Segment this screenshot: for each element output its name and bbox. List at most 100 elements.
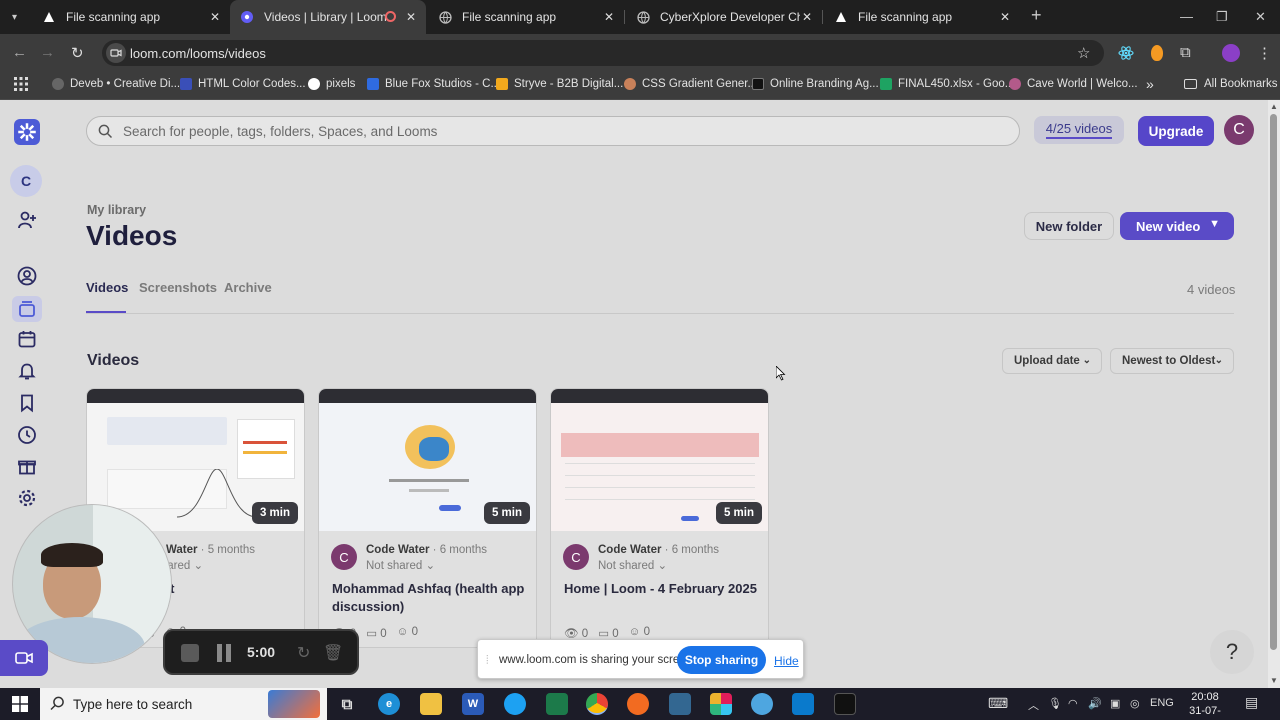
calendar-icon[interactable]	[16, 328, 38, 350]
close-icon[interactable]: ✕	[406, 10, 416, 24]
video-thumbnail[interactable]: 5 min	[551, 389, 768, 531]
close-icon[interactable]: ✕	[210, 10, 220, 24]
video-card[interactable]: 5 min C Code Water · 6 months Not shared…	[550, 388, 769, 648]
bookmark-item[interactable]: CSS Gradient Gener...	[624, 76, 757, 92]
browser-tab-active[interactable]: Videos | Library | Loom ✕	[230, 0, 426, 34]
taskbar-clock[interactable]: 20:08 31-07-2025	[1180, 690, 1230, 720]
browser-tab[interactable]: CyberXplore Developer Challen ✕	[624, 0, 822, 34]
user-icon[interactable]	[16, 265, 38, 287]
hide-link[interactable]: Hide	[774, 654, 799, 668]
drag-handle-icon[interactable]: ⦙	[486, 653, 489, 668]
reload-icon[interactable]: ↻	[71, 44, 84, 62]
app-icon[interactable]	[751, 693, 773, 715]
help-button[interactable]: ?	[1210, 630, 1254, 674]
restore-icon[interactable]: ❐	[1216, 9, 1228, 25]
app-icon[interactable]	[627, 693, 649, 715]
app-icon[interactable]	[834, 693, 856, 715]
task-view-icon[interactable]: ⧉	[336, 693, 358, 715]
gift-icon[interactable]	[16, 455, 38, 477]
notifications-icon[interactable]: ▤	[1245, 694, 1258, 711]
app-tray-icon[interactable]: ▣	[1110, 697, 1120, 710]
slack-icon[interactable]	[710, 693, 732, 715]
bookmark-icon[interactable]	[16, 392, 38, 414]
trash-icon[interactable]: 🗑	[323, 643, 343, 663]
scrollbar-thumb[interactable]	[1270, 114, 1277, 650]
tab-screenshots[interactable]: Screenshots	[139, 280, 217, 295]
video-title[interactable]: Mohammad Ashfaq (health app discussion)	[332, 580, 528, 616]
extension-icon[interactable]	[1151, 45, 1163, 61]
microphone-icon[interactable]: 🎙	[1048, 697, 1062, 710]
word-icon[interactable]: W	[462, 693, 484, 715]
window-close-icon[interactable]: ✕	[1255, 9, 1266, 25]
bookmark-item[interactable]: Deveb • Creative Di...	[52, 76, 180, 92]
tab-videos[interactable]: Videos	[86, 280, 128, 295]
new-folder-button[interactable]: New folder	[1024, 212, 1114, 240]
restart-icon[interactable]: ↻	[297, 643, 310, 663]
add-user-icon[interactable]	[16, 209, 38, 231]
file-explorer-icon[interactable]	[420, 693, 442, 715]
url-text[interactable]: loom.com/looms/videos	[130, 46, 266, 61]
bookmark-item[interactable]: HTML Color Codes...	[180, 76, 306, 92]
bookmark-item[interactable]: Stryve - B2B Digital...	[496, 76, 623, 92]
bookmark-item[interactable]: FINAL450.xlsx - Goo...	[880, 76, 1014, 92]
share-status[interactable]: Not shared ⌄	[598, 558, 667, 572]
pause-icon[interactable]	[217, 644, 233, 662]
clock-icon[interactable]	[16, 424, 38, 446]
wifi-icon[interactable]: ◠	[1068, 697, 1078, 710]
react-extension-icon[interactable]	[1118, 45, 1134, 61]
kebab-menu-icon[interactable]: ⋮	[1257, 44, 1272, 62]
bookmark-item[interactable]: pixels	[308, 76, 355, 92]
close-icon[interactable]: ✕	[802, 10, 812, 24]
back-arrow-icon[interactable]: ←	[12, 44, 27, 61]
sort-field-select[interactable]: Upload date ⌄	[1002, 348, 1102, 374]
tab-archive[interactable]: Archive	[224, 280, 272, 295]
camera-toggle-button[interactable]	[0, 640, 48, 676]
new-tab-plus-icon[interactable]: +	[1031, 5, 1042, 26]
forward-arrow-icon[interactable]: →	[40, 44, 55, 61]
upgrade-button[interactable]: Upgrade	[1138, 116, 1214, 146]
app-icon[interactable]	[546, 693, 568, 715]
all-bookmarks-button[interactable]: All Bookmarks	[1184, 76, 1278, 92]
app-icon[interactable]	[504, 693, 526, 715]
video-thumbnail[interactable]: 5 min	[319, 389, 536, 531]
tab-search-button[interactable]: ▾	[6, 0, 28, 34]
loom-logo-icon[interactable]	[14, 119, 40, 145]
more-bookmarks-button[interactable]: »	[1146, 76, 1154, 92]
library-icon[interactable]	[12, 296, 42, 322]
user-avatar[interactable]: C	[1224, 115, 1254, 145]
chrome-icon[interactable]	[586, 693, 608, 715]
video-usage-badge[interactable]: 4/25 videos	[1034, 116, 1124, 144]
bookmark-item[interactable]: Cave World | Welco...	[1009, 76, 1138, 92]
apps-grid-icon[interactable]	[14, 76, 28, 92]
bell-icon[interactable]	[16, 360, 38, 382]
vscode-icon[interactable]	[792, 693, 814, 715]
stop-recording-icon[interactable]	[181, 644, 199, 662]
breadcrumb[interactable]: My library	[87, 203, 146, 217]
browser-tab[interactable]: File scanning app ✕	[30, 0, 230, 34]
profile-avatar-icon[interactable]	[1222, 44, 1240, 62]
extensions-puzzle-icon[interactable]: ⧉	[1180, 44, 1191, 61]
speaker-icon[interactable]: 🔊	[1088, 697, 1102, 710]
language-indicator[interactable]: ENG	[1150, 697, 1174, 709]
workspace-avatar[interactable]: C	[10, 165, 42, 197]
minimize-icon[interactable]: —	[1180, 9, 1193, 24]
close-icon[interactable]: ✕	[1000, 10, 1010, 24]
scroll-up-icon[interactable]: ▲	[1270, 102, 1278, 111]
stop-sharing-button[interactable]: Stop sharing	[677, 646, 766, 674]
postgresql-icon[interactable]	[669, 693, 691, 715]
site-info-icon[interactable]	[106, 43, 126, 63]
windows-start-icon[interactable]	[12, 696, 28, 717]
share-status[interactable]: Not shared ⌄	[366, 558, 435, 572]
browser-tab[interactable]: File scanning app ✕	[426, 0, 624, 34]
scroll-down-icon[interactable]: ▼	[1270, 676, 1278, 685]
close-icon[interactable]: ✕	[604, 10, 614, 24]
star-icon[interactable]: ☆	[1077, 44, 1090, 62]
location-icon[interactable]: ◎	[1130, 697, 1140, 710]
sort-order-select[interactable]: Newest to Oldest ⌄	[1110, 348, 1234, 374]
chevron-up-icon[interactable]: ︿	[1028, 697, 1039, 713]
keyboard-icon[interactable]: ⌨	[988, 695, 1008, 712]
new-video-button[interactable]: New video ▼	[1120, 212, 1234, 240]
video-card[interactable]: 5 min C Code Water · 6 months Not shared…	[318, 388, 537, 648]
browser-tab[interactable]: File scanning app ✕	[822, 0, 1020, 34]
video-title[interactable]: Home | Loom - 4 February 2025	[564, 580, 760, 598]
